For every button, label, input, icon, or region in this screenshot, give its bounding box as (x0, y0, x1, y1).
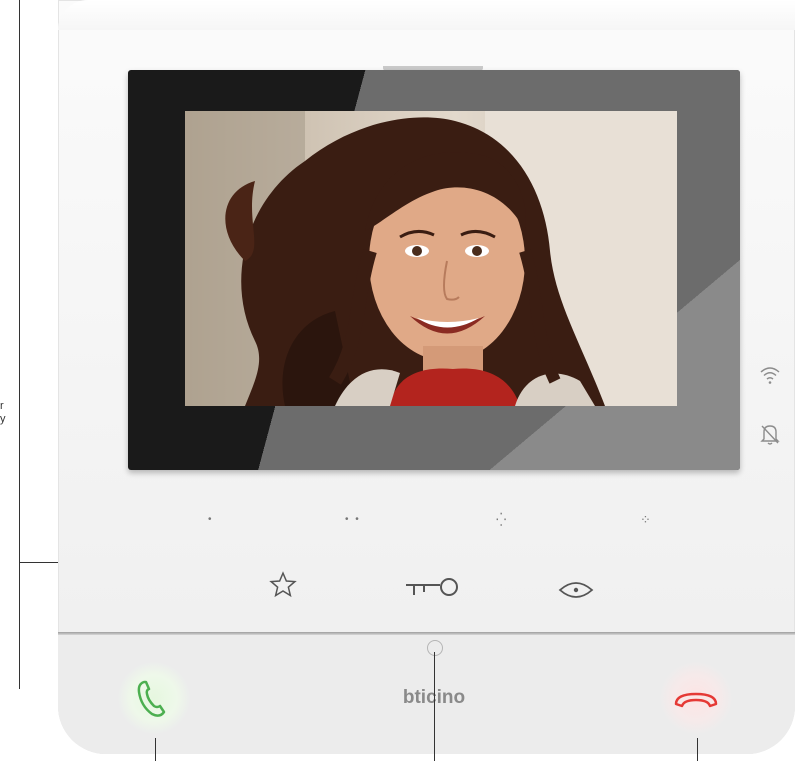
screen-bezel (128, 70, 740, 470)
favorite-key[interactable] (268, 570, 298, 605)
star-icon (269, 571, 297, 598)
end-call-button[interactable] (660, 662, 732, 734)
door-lock-key[interactable] (404, 575, 462, 606)
answer-call-icon (137, 680, 166, 717)
key-icon (406, 578, 458, 596)
microphone-icon (427, 640, 443, 656)
visitor-video-image (185, 111, 677, 406)
key-marker-1: • (208, 514, 214, 525)
wifi-icon (758, 363, 782, 392)
callout-line-end-call (697, 738, 698, 761)
key-marker-2: • • (345, 514, 361, 525)
callout-line-left-vertical (19, 0, 20, 689)
key-marker-3: ⁛ (496, 512, 509, 527)
surveillance-key[interactable] (558, 578, 594, 607)
callout-text-fragment: r (0, 400, 4, 412)
end-call-icon (674, 692, 718, 708)
eye-icon (558, 582, 594, 598)
callout-text-fragment: y (0, 413, 6, 425)
callout-line-microphone (434, 652, 435, 761)
bell-off-icon (758, 422, 782, 451)
answer-call-button[interactable] (118, 662, 190, 734)
key-marker-4: ⁘ (640, 512, 653, 527)
video-display (185, 111, 677, 406)
callout-line-answer (155, 738, 156, 761)
device-top-edge (58, 0, 795, 30)
